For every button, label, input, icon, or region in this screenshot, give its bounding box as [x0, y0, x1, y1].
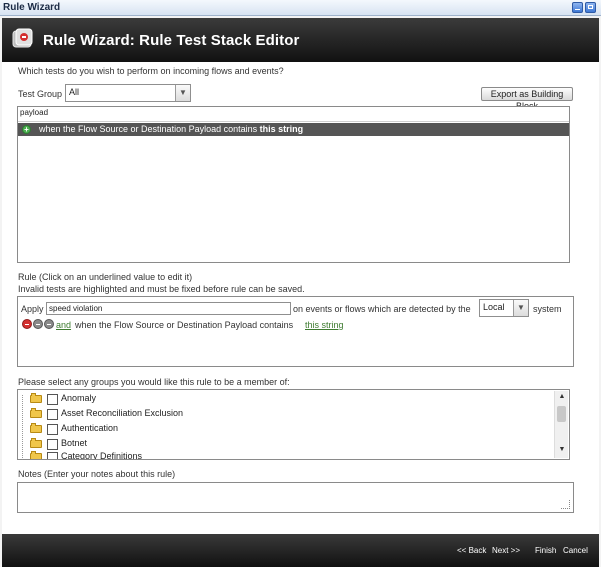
detected-by-text: on events or flows which are detected by…	[293, 304, 471, 314]
test-list-item[interactable]: + when the Flow Source or Destination Pa…	[18, 123, 569, 136]
folder-icon	[30, 451, 42, 459]
rule-name-value: speed violation	[49, 304, 103, 313]
group-checkbox[interactable]	[47, 439, 58, 450]
next-button[interactable]: Next >>	[492, 546, 520, 555]
page-title: Rule Wizard: Rule Test Stack Editor	[43, 32, 300, 49]
wizard-header: Rule Wizard: Rule Test Stack Editor	[2, 18, 599, 62]
groups-scrollbar[interactable]: ▲ ▼	[554, 391, 568, 458]
test-filter-input[interactable]: payload	[18, 107, 569, 122]
move-up-icon[interactable]	[33, 319, 43, 329]
group-checkbox[interactable]	[47, 409, 58, 420]
test-text-bold: this string	[259, 124, 304, 134]
rule-name-input[interactable]: speed violation	[46, 302, 291, 315]
group-label: Category Definitions	[61, 451, 143, 459]
chevron-down-icon[interactable]: ▼	[175, 85, 190, 101]
resize-handle-icon[interactable]	[561, 500, 570, 509]
chevron-down-icon[interactable]: ▼	[513, 300, 528, 316]
finish-button[interactable]: Finish	[535, 546, 556, 555]
test-group-select[interactable]: All ▼	[65, 84, 191, 102]
group-label: Authentication	[61, 423, 119, 433]
window-titlebar: Rule Wizard	[0, 0, 601, 16]
groups-heading: Please select any groups you would like …	[18, 377, 290, 387]
export-building-block-button[interactable]: Export as Building Block	[481, 87, 573, 111]
rule-wizard-logo-icon	[12, 28, 33, 48]
folder-icon	[30, 438, 42, 448]
tree-clip: Category Definitions	[30, 451, 330, 459]
cancel-button[interactable]: Cancel	[563, 546, 588, 555]
folder-icon	[30, 408, 42, 418]
scroll-down-icon[interactable]: ▼	[557, 446, 567, 456]
maximize-icon[interactable]	[585, 2, 596, 13]
window-title: Rule Wizard	[3, 2, 61, 13]
group-label: Anomaly	[61, 393, 97, 403]
rule-invalid-note: Invalid tests are highlighted and must b…	[18, 284, 305, 294]
rule-heading: Rule (Click on an underlined value to ed…	[18, 272, 193, 282]
back-button[interactable]: << Back	[457, 546, 486, 555]
tree-connector	[22, 395, 24, 458]
remove-test-icon[interactable]	[22, 319, 32, 329]
minimize-icon[interactable]	[572, 2, 583, 13]
move-down-icon[interactable]	[44, 319, 54, 329]
group-label: Botnet	[61, 438, 88, 448]
system-label: system	[533, 304, 562, 314]
apply-label: Apply	[21, 304, 44, 314]
group-label: Asset Reconciliation Exclusion	[61, 408, 184, 418]
folder-icon	[30, 393, 42, 403]
folder-icon	[30, 423, 42, 433]
rule-clause-text: when the Flow Source or Destination Payl…	[75, 320, 294, 330]
tests-question: Which tests do you wish to perform on in…	[18, 66, 284, 76]
notes-textarea[interactable]	[17, 482, 574, 513]
scroll-thumb[interactable]	[557, 406, 566, 422]
group-checkbox[interactable]	[47, 452, 58, 459]
test-text: when the Flow Source or Destination Payl…	[39, 124, 258, 134]
test-filter-value: payload	[20, 108, 49, 117]
scroll-up-icon[interactable]: ▲	[557, 393, 567, 403]
add-test-icon[interactable]: +	[22, 125, 31, 134]
and-operator-link[interactable]: and	[56, 320, 71, 330]
scope-select[interactable]: Local ▼	[479, 299, 529, 317]
this-string-link[interactable]: this string	[305, 320, 344, 330]
test-group-label: Test Group	[18, 89, 63, 99]
test-group-value: All	[69, 87, 80, 97]
wizard-footer: << Back Next >> Finish Cancel	[2, 534, 599, 567]
group-checkbox[interactable]	[47, 424, 58, 435]
scope-value: Local	[483, 302, 505, 312]
notes-heading: Notes (Enter your notes about this rule)	[18, 469, 176, 479]
group-checkbox[interactable]	[47, 394, 58, 405]
